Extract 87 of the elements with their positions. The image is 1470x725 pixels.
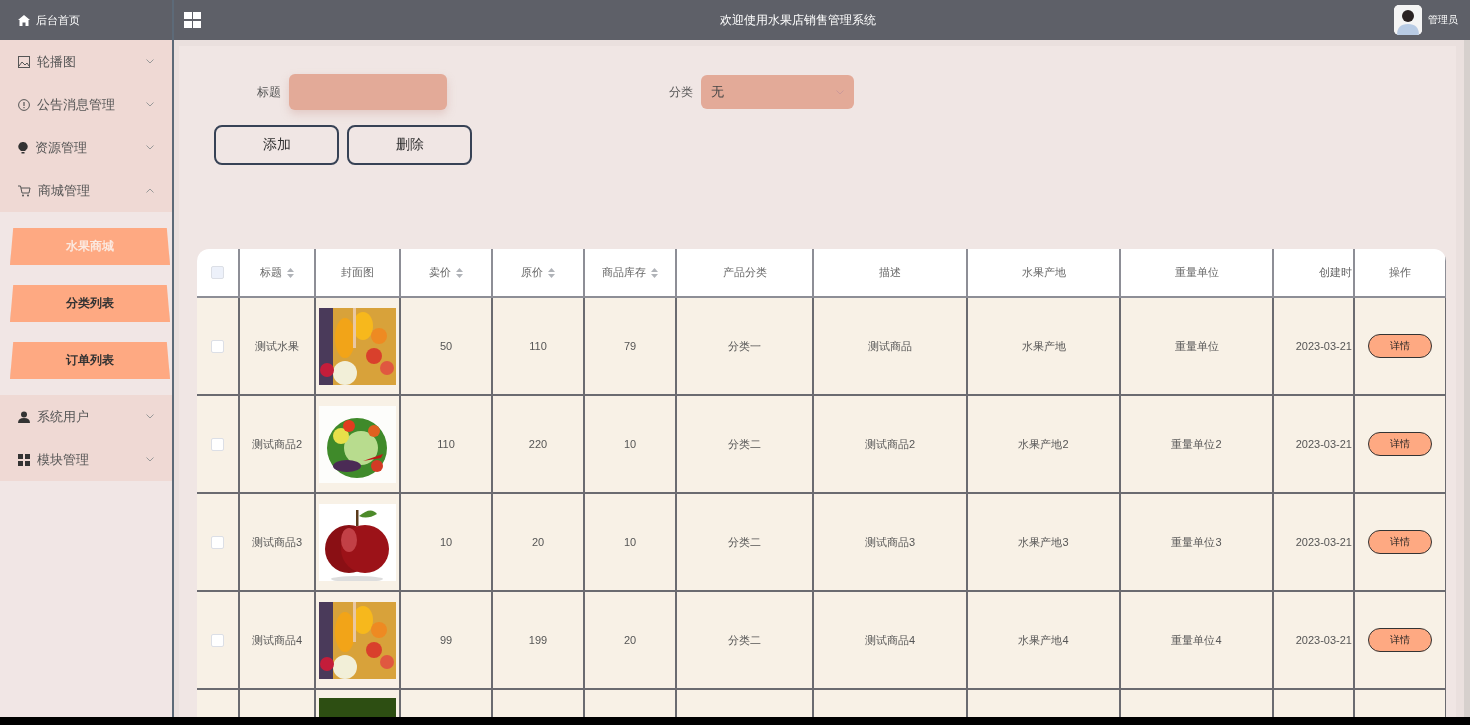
column-header: 商品库存 bbox=[602, 265, 646, 280]
table-cell: 水果产地 bbox=[1021, 339, 1066, 352]
table-cell: 20 bbox=[531, 536, 545, 548]
checkbox[interactable] bbox=[211, 535, 224, 549]
details-button[interactable]: 详情 bbox=[1368, 432, 1432, 456]
table-cell: 重量单位4 bbox=[1171, 633, 1222, 646]
table-cell: 50 bbox=[439, 340, 453, 352]
sort-icon[interactable] bbox=[456, 267, 463, 278]
avatar-icon[interactable] bbox=[1394, 5, 1422, 35]
delete-button[interactable]: 删除 bbox=[347, 125, 472, 165]
sort-icon[interactable] bbox=[287, 267, 294, 278]
details-button[interactable]: 详情 bbox=[1368, 628, 1432, 652]
details-button[interactable]: 详情 bbox=[1368, 334, 1432, 358]
table-cell: 分类二 bbox=[728, 535, 761, 548]
column-header: 封面图 bbox=[341, 265, 374, 280]
table-cell: 10 bbox=[439, 536, 453, 548]
title-input[interactable] bbox=[289, 74, 447, 110]
column-header: 描述 bbox=[879, 265, 901, 280]
table-cell: 重量单位 bbox=[1174, 339, 1219, 352]
table-cell: 测试水果 bbox=[255, 339, 299, 352]
details-button[interactable]: 详情 bbox=[1368, 530, 1432, 554]
checkbox[interactable] bbox=[211, 633, 224, 647]
column-header: 标题 bbox=[260, 265, 282, 280]
home-icon bbox=[18, 14, 30, 26]
submenu-item[interactable]: 分类列表 bbox=[10, 285, 170, 322]
table-cell: 测试商品3 bbox=[251, 535, 303, 548]
table-cell: 测试商品2 bbox=[251, 437, 303, 450]
menu-item[interactable]: 商城管理 bbox=[0, 169, 172, 212]
user-name[interactable]: 管理员 bbox=[1428, 13, 1458, 27]
menu-item[interactable]: 轮播图 bbox=[0, 40, 172, 83]
cart-icon bbox=[18, 184, 31, 197]
sort-icon[interactable] bbox=[548, 267, 555, 278]
field-label: 标题 bbox=[257, 83, 281, 101]
page-title: 欢迎使用水果店销售管理系统 bbox=[718, 11, 877, 29]
table-cell: 2023-03-21 bbox=[1295, 438, 1352, 450]
menu-item[interactable]: 系统用户 bbox=[0, 395, 172, 438]
column-header: 水果产地 bbox=[1021, 265, 1066, 280]
table-cell: 110 bbox=[437, 438, 455, 450]
table-cell: 分类二 bbox=[728, 437, 761, 450]
menu-icon[interactable] bbox=[184, 12, 201, 28]
table-cell: 重量单位3 bbox=[1171, 535, 1222, 548]
table-cell: 79 bbox=[623, 340, 637, 352]
column-header: 产品分类 bbox=[722, 265, 767, 280]
menu-item[interactable]: 模块管理 bbox=[0, 438, 172, 481]
image-icon bbox=[18, 55, 30, 68]
table-cell: 99 bbox=[439, 634, 453, 646]
sort-icon[interactable] bbox=[651, 267, 658, 278]
add-button[interactable]: 添加 bbox=[214, 125, 339, 165]
menu-item[interactable]: 公告消息管理 bbox=[0, 83, 172, 126]
submenu-item[interactable]: 订单列表 bbox=[10, 342, 170, 379]
table-cell: 10 bbox=[623, 536, 637, 548]
table-cell: 水果产地4 bbox=[1018, 633, 1069, 646]
table-cell: 水果产地2 bbox=[1018, 437, 1069, 450]
column-header: 原价 bbox=[521, 265, 543, 280]
table-cell: 199 bbox=[528, 634, 548, 646]
table-cell: 2023-03-21 bbox=[1295, 634, 1352, 646]
table-cell: 分类一 bbox=[728, 339, 761, 352]
grid-icon bbox=[18, 453, 30, 466]
table-cell: 220 bbox=[528, 438, 548, 450]
field-label: 分类 bbox=[669, 83, 693, 101]
home-link[interactable]: 后台首页 bbox=[36, 12, 80, 28]
table-cell: 测试商品2 bbox=[864, 437, 916, 450]
menu-item[interactable]: 资源管理 bbox=[0, 126, 172, 169]
table-cell: 10 bbox=[623, 438, 637, 450]
table-cell: 分类二 bbox=[728, 633, 761, 646]
table-cell: 110 bbox=[529, 340, 547, 352]
table-cell: 测试商品 bbox=[868, 339, 912, 352]
bulb-icon bbox=[18, 141, 28, 154]
category-select[interactable]: 无 bbox=[701, 75, 854, 109]
column-header: 卖价 bbox=[429, 265, 451, 280]
scrollbar[interactable] bbox=[1464, 40, 1470, 717]
table-cell: 测试商品4 bbox=[251, 633, 303, 646]
checkbox[interactable] bbox=[211, 339, 224, 353]
table-cell: 测试商品3 bbox=[864, 535, 916, 548]
info-icon bbox=[18, 98, 30, 111]
table-cell: 测试商品4 bbox=[864, 633, 916, 646]
table-cell: 重量单位2 bbox=[1171, 437, 1222, 450]
column-header: 操作 bbox=[1389, 265, 1411, 280]
table-cell: 2023-03-21 bbox=[1295, 536, 1352, 548]
checkbox[interactable] bbox=[211, 437, 224, 451]
table-cell: 20 bbox=[623, 634, 637, 646]
table-cell: 水果产地3 bbox=[1018, 535, 1069, 548]
column-header: 创建时 bbox=[1319, 265, 1352, 280]
column-header: 重量单位 bbox=[1174, 265, 1219, 280]
table-cell: 2023-03-21 bbox=[1295, 340, 1352, 352]
checkbox[interactable] bbox=[211, 266, 224, 280]
user-icon bbox=[18, 410, 30, 423]
